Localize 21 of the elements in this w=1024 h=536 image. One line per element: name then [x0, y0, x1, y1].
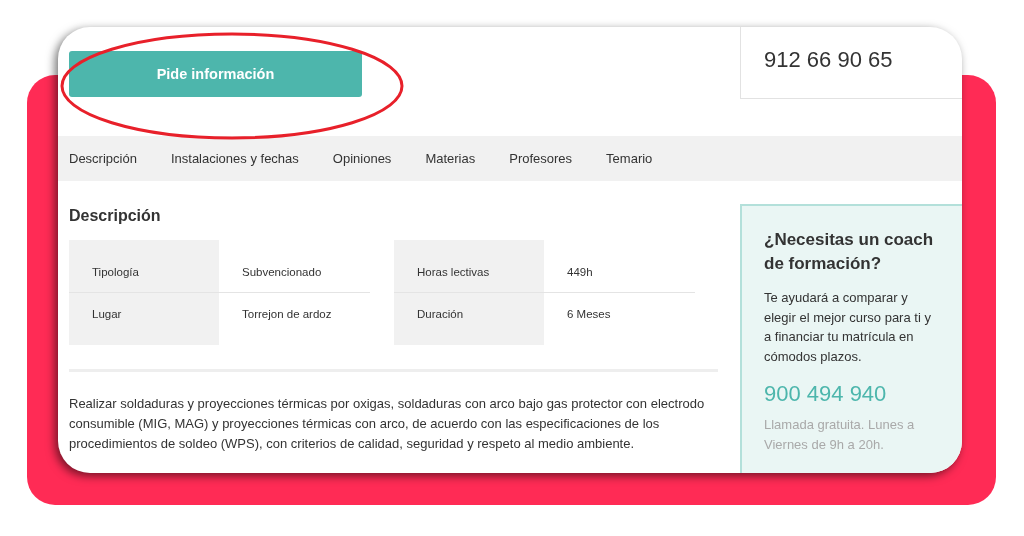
detail-value: 6 Meses [567, 307, 611, 320]
tab[interactable]: Instalaciones y fechas [170, 150, 299, 167]
detail-label: Lugar [69, 293, 219, 345]
tab[interactable]: Materias [425, 150, 476, 167]
detail-value: Torrejon de ardoz [242, 307, 332, 320]
tab[interactable]: Opiniones [332, 150, 392, 167]
phone-number: 912 66 90 65 [764, 46, 893, 73]
description-text: Realizar soldaduras y proyecciones térmicas por oxigas, soldaduras con arco bajo gas protector con electrodo consumible (MIG, MAG) y proyecciones térmicas con arco, de acuerdo con las especificaciones de los procedimientos de soldeo (WPS), con criterios de calidad, seguridad y respeto al medio ambiente. [69, 395, 706, 453]
tab[interactable]: Profesores [509, 150, 573, 167]
coach-phone: 900 494 940 [764, 381, 887, 406]
tab[interactable]: Temario [606, 150, 653, 167]
section-title: Descripción [69, 206, 162, 226]
detail-value: Subvencionado [242, 265, 322, 278]
detail-label: Horas lectivas [394, 240, 544, 292]
detail-label: Duración [394, 293, 544, 345]
detail-value: 449h [567, 265, 593, 278]
coach-note: Llamada gratuita. Lunes a Viernes de 9h a 20h. [764, 416, 916, 454]
coach-title: ¿Necesitas un coach de formación? [764, 229, 935, 275]
detail-label: Tipología [69, 240, 219, 292]
coach-text: Te ayudará a comparar y elegir el mejor curso para ti y a financiar tu matrícula en cómodos plazos. [764, 289, 932, 366]
tab[interactable]: Descripción [69, 150, 137, 167]
